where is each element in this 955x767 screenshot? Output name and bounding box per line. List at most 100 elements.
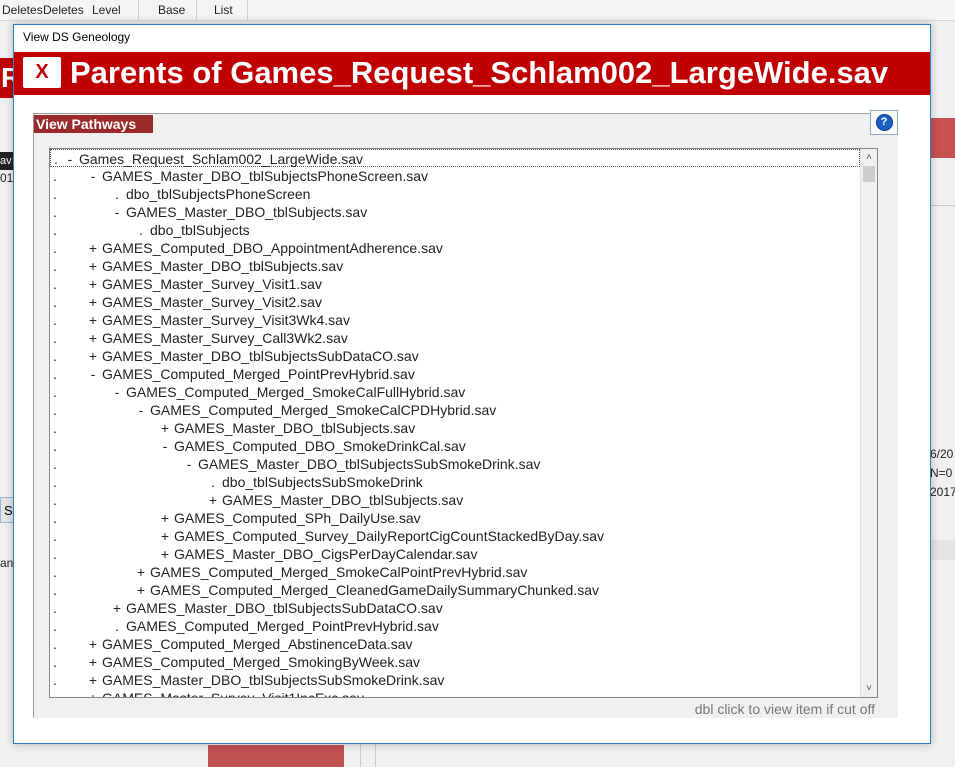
scroll-down-arrow-icon[interactable]: ˅ [861,680,877,697]
tree-node[interactable]: . + GAMES_Master_DBO_tblSubjects.sav [50,491,860,509]
collapse-icon[interactable]: - [88,365,98,383]
tree-node[interactable]: . + GAMES_Computed_Merged_AbstinenceData.s… [50,635,860,653]
tree-node-label[interactable]: GAMES_Computed_Merged_CleanedGameDailySu… [150,581,599,599]
expand-icon[interactable]: + [88,329,98,347]
expand-icon[interactable]: + [136,581,146,599]
tree-node[interactable]: . - GAMES_Master_DBO_tblSubjectsPhoneScree… [50,167,860,185]
tree-node[interactable]: . + GAMES_Master_DBO_tblSubjectsSubSmokeDr… [50,671,860,689]
tree-node-label[interactable]: GAMES_Master_DBO_tblSubjects.sav [174,419,415,437]
tree-node[interactable]: . + GAMES_Master_DBO_CigsPerDayCalendar.sa… [50,545,860,563]
tree-node[interactable]: . + GAMES_Master_Survey_Call3Wk2.sav [50,329,860,347]
tree-node-label[interactable]: GAMES_Computed_Merged_SmokeCalCPDHybrid.… [150,401,496,419]
tree-node[interactable]: . - GAMES_Computed_Merged_SmokeCalFullHybr… [50,383,860,401]
tree-node-label[interactable]: GAMES_Computed_Merged_SmokingByWeek.sav [102,653,420,671]
tree-node[interactable]: . + GAMES_Computed_Survey_DailyReportCigCo… [50,527,860,545]
tree-node[interactable]: . + GAMES_Computed_Merged_CleanedGameDaily… [50,581,860,599]
tree-node[interactable]: . - GAMES_Computed_Merged_SmokeCalCPDHybri… [50,401,860,419]
tree-node-label[interactable]: GAMES_Master_Survey_Visit1IncExc.sav [102,689,364,697]
tree-node-label[interactable]: GAMES_Computed_DBO_AppointmentAdherence.… [102,239,443,257]
tree-node-label[interactable]: GAMES_Computed_Merged_SmokeCalFullHybrid… [126,383,465,401]
tree-node[interactable]: . + GAMES_Master_DBO_tblSubjects.sav [50,419,860,437]
scroll-thumb[interactable] [863,166,875,182]
tree-node-label[interactable]: dbo_tblSubjectsPhoneScreen [126,185,310,203]
tree-node-label[interactable]: GAMES_Master_Survey_Visit3Wk4.sav [102,311,350,329]
tree-node-label[interactable]: GAMES_Computed_Merged_PointPrevHybrid.sa… [126,617,439,635]
expand-icon[interactable]: + [88,635,98,653]
scroll-up-arrow-icon[interactable]: ˄ [861,149,877,166]
toolbar-list[interactable]: List [214,3,233,17]
tree-node-label[interactable]: GAMES_Master_Survey_Call3Wk2.sav [102,329,348,347]
tree-node[interactable]: . + GAMES_Computed_Merged_SmokeCalPointPre… [50,563,860,581]
tree-node-label[interactable]: GAMES_Computed_SPh_DailyUse.sav [174,509,421,527]
tree-node-label[interactable]: dbo_tblSubjectsSubSmokeDrink [222,473,423,491]
tree-node[interactable]: . - GAMES_Computed_DBO_SmokeDrinkCal.sav [50,437,860,455]
expand-icon[interactable]: + [160,527,170,545]
help-button[interactable]: ? [870,110,898,135]
tree-node[interactable]: . + GAMES_Master_DBO_tblSubjects.sav [50,257,860,275]
expand-icon[interactable]: + [160,545,170,563]
collapse-icon[interactable]: - [112,383,122,401]
expand-icon[interactable]: + [208,491,218,509]
expand-icon[interactable]: + [88,689,98,697]
tree-node-label[interactable]: GAMES_Master_Survey_Visit2.sav [102,293,322,311]
tree-node-label[interactable]: GAMES_Computed_Merged_AbstinenceData.sav [102,635,413,653]
tree-node-label[interactable]: GAMES_Master_DBO_tblSubjects.sav [222,491,463,509]
tree-node[interactable]: . + GAMES_Computed_DBO_AppointmentAdherenc… [50,239,860,257]
expand-icon[interactable]: + [88,239,98,257]
expand-icon[interactable]: + [88,293,98,311]
tree-node-label[interactable]: dbo_tblSubjects [150,221,250,239]
expand-icon[interactable]: + [88,653,98,671]
tree-node-label[interactable]: GAMES_Computed_Merged_PointPrevHybrid.sa… [102,365,415,383]
tree-node[interactable]: . - GAMES_Master_DBO_tblSubjects.sav [50,203,860,221]
tree-node[interactable]: . - Games_Request_Schlam002_LargeWide.sav [50,149,860,167]
tree-node[interactable]: . - GAMES_Computed_Merged_PointPrevHybrid.… [50,365,860,383]
expand-icon[interactable]: + [88,311,98,329]
tree-node[interactable]: . + GAMES_Master_Survey_Visit2.sav [50,293,860,311]
collapse-icon[interactable]: - [112,203,122,221]
tree-node[interactable]: . + GAMES_Master_DBO_tblSubjectsSubDataCO.… [50,347,860,365]
tree-node[interactable]: .. dbo_tblSubjects [50,221,860,239]
toolbar-level[interactable]: Level [92,3,121,17]
collapse-icon[interactable]: - [65,150,75,168]
tree-node-label[interactable]: GAMES_Master_DBO_tblSubjectsSubSmokeDrin… [198,455,540,473]
expand-icon[interactable]: + [88,275,98,293]
expand-icon[interactable]: + [136,563,146,581]
tree-node[interactable]: . + GAMES_Master_Survey_Visit1IncExc.sav [50,689,860,697]
tab-view-pathways[interactable]: View Pathways [34,115,153,133]
close-button[interactable]: X [23,57,61,88]
tree-node-label[interactable]: GAMES_Master_DBO_tblSubjects.sav [126,203,367,221]
tree-node-label[interactable]: Games_Request_Schlam002_LargeWide.sav [79,150,363,168]
tree-node[interactable]: .. dbo_tblSubjectsPhoneScreen [50,185,860,203]
collapse-icon[interactable]: - [184,455,194,473]
expand-icon[interactable]: + [160,419,170,437]
background-button[interactable]: S [0,497,14,523]
tree-node-label[interactable]: GAMES_Master_DBO_tblSubjectsSubDataCO.sa… [126,599,443,617]
tree-node-label[interactable]: GAMES_Computed_Merged_SmokeCalPointPrevH… [150,563,527,581]
expand-icon[interactable]: + [88,671,98,689]
tree-node[interactable]: . + GAMES_Computed_Merged_SmokingByWeek.sa… [50,653,860,671]
tree-node-label[interactable]: GAMES_Master_DBO_tblSubjectsSubSmokeDrin… [102,671,444,689]
collapse-icon[interactable]: - [136,401,146,419]
toolbar-deletes-1[interactable]: Deletes [2,3,43,17]
tree-node[interactable]: . + GAMES_Master_Survey_Visit1.sav [50,275,860,293]
tree-node-label[interactable]: GAMES_Master_DBO_tblSubjectsSubDataCO.sa… [102,347,419,365]
expand-icon[interactable]: + [112,599,122,617]
tree-node-label[interactable]: GAMES_Master_DBO_tblSubjectsPhoneScreen.… [102,167,428,185]
expand-icon[interactable]: + [88,347,98,365]
tree-node-label[interactable]: GAMES_Master_DBO_tblSubjects.sav [102,257,343,275]
toolbar-deletes-2[interactable]: Deletes [43,3,84,17]
vertical-scrollbar[interactable]: ˄ ˅ [860,149,877,697]
tree-node[interactable]: . + GAMES_Computed_SPh_DailyUse.sav [50,509,860,527]
expand-icon[interactable]: + [160,509,170,527]
collapse-icon[interactable]: - [160,437,170,455]
tree-node[interactable]: .. dbo_tblSubjectsSubSmokeDrink [50,473,860,491]
tree-node-label[interactable]: GAMES_Computed_DBO_SmokeDrinkCal.sav [174,437,466,455]
tree-node-label[interactable]: GAMES_Master_Survey_Visit1.sav [102,275,322,293]
tree-node-label[interactable]: GAMES_Computed_Survey_DailyReportCigCoun… [174,527,604,545]
toolbar-base[interactable]: Base [158,3,185,17]
pathways-tree[interactable]: . - Games_Request_Schlam002_LargeWide.sav.… [49,148,878,698]
tree-node-label[interactable]: GAMES_Master_DBO_CigsPerDayCalendar.sav [174,545,477,563]
tree-node[interactable]: . - GAMES_Master_DBO_tblSubjectsSubSmokeDr… [50,455,860,473]
collapse-icon[interactable]: - [88,167,98,185]
tree-node[interactable]: . + GAMES_Master_Survey_Visit3Wk4.sav [50,311,860,329]
